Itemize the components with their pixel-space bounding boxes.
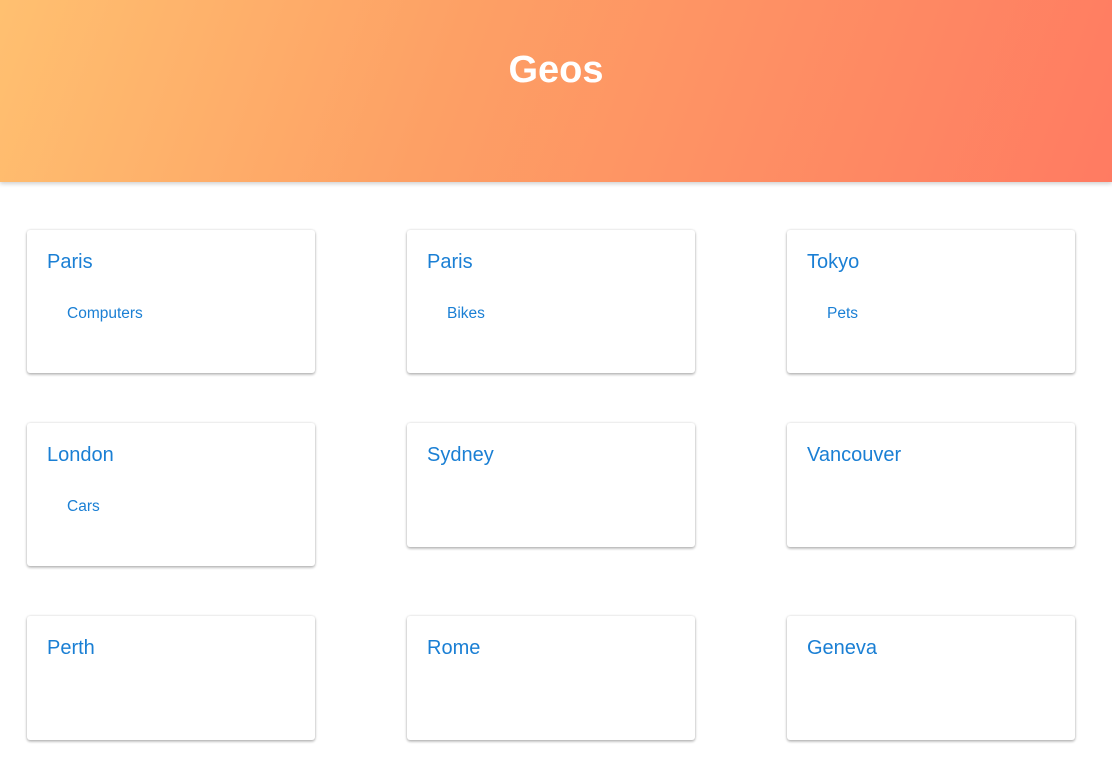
category-item[interactable]: Pets: [807, 304, 1055, 324]
geo-card: London Cars: [27, 423, 315, 566]
geo-card-title[interactable]: Vancouver: [807, 443, 1055, 467]
category-item[interactable]: Computers: [47, 304, 295, 324]
geo-card-title[interactable]: Tokyo: [807, 250, 1055, 274]
geo-card: Rome: [407, 616, 695, 740]
geo-card: Paris Bikes: [407, 230, 695, 373]
geo-card: Geneva: [787, 616, 1075, 740]
geo-card: Tokyo Pets: [787, 230, 1075, 373]
geo-card-title[interactable]: Sydney: [427, 443, 675, 467]
geo-card: Paris Computers: [27, 230, 315, 373]
geo-card-title[interactable]: Perth: [47, 636, 295, 660]
geo-card-title[interactable]: Paris: [47, 250, 295, 274]
geo-card: Perth: [27, 616, 315, 740]
geo-card: Vancouver: [787, 423, 1075, 547]
geo-card-title[interactable]: Geneva: [807, 636, 1055, 660]
category-list: Cars: [47, 497, 295, 517]
geo-card-title[interactable]: Rome: [427, 636, 675, 660]
category-item[interactable]: Cars: [47, 497, 295, 517]
category-list: Pets: [807, 304, 1055, 324]
category-list: Computers: [47, 304, 295, 324]
geo-card-title[interactable]: London: [47, 443, 295, 467]
geo-card: Sydney: [407, 423, 695, 547]
page-header: Geos: [0, 0, 1112, 182]
geo-card-title[interactable]: Paris: [427, 250, 675, 274]
page-title: Geos: [508, 49, 604, 91]
category-item[interactable]: Bikes: [427, 304, 675, 324]
category-list: Bikes: [427, 304, 675, 324]
